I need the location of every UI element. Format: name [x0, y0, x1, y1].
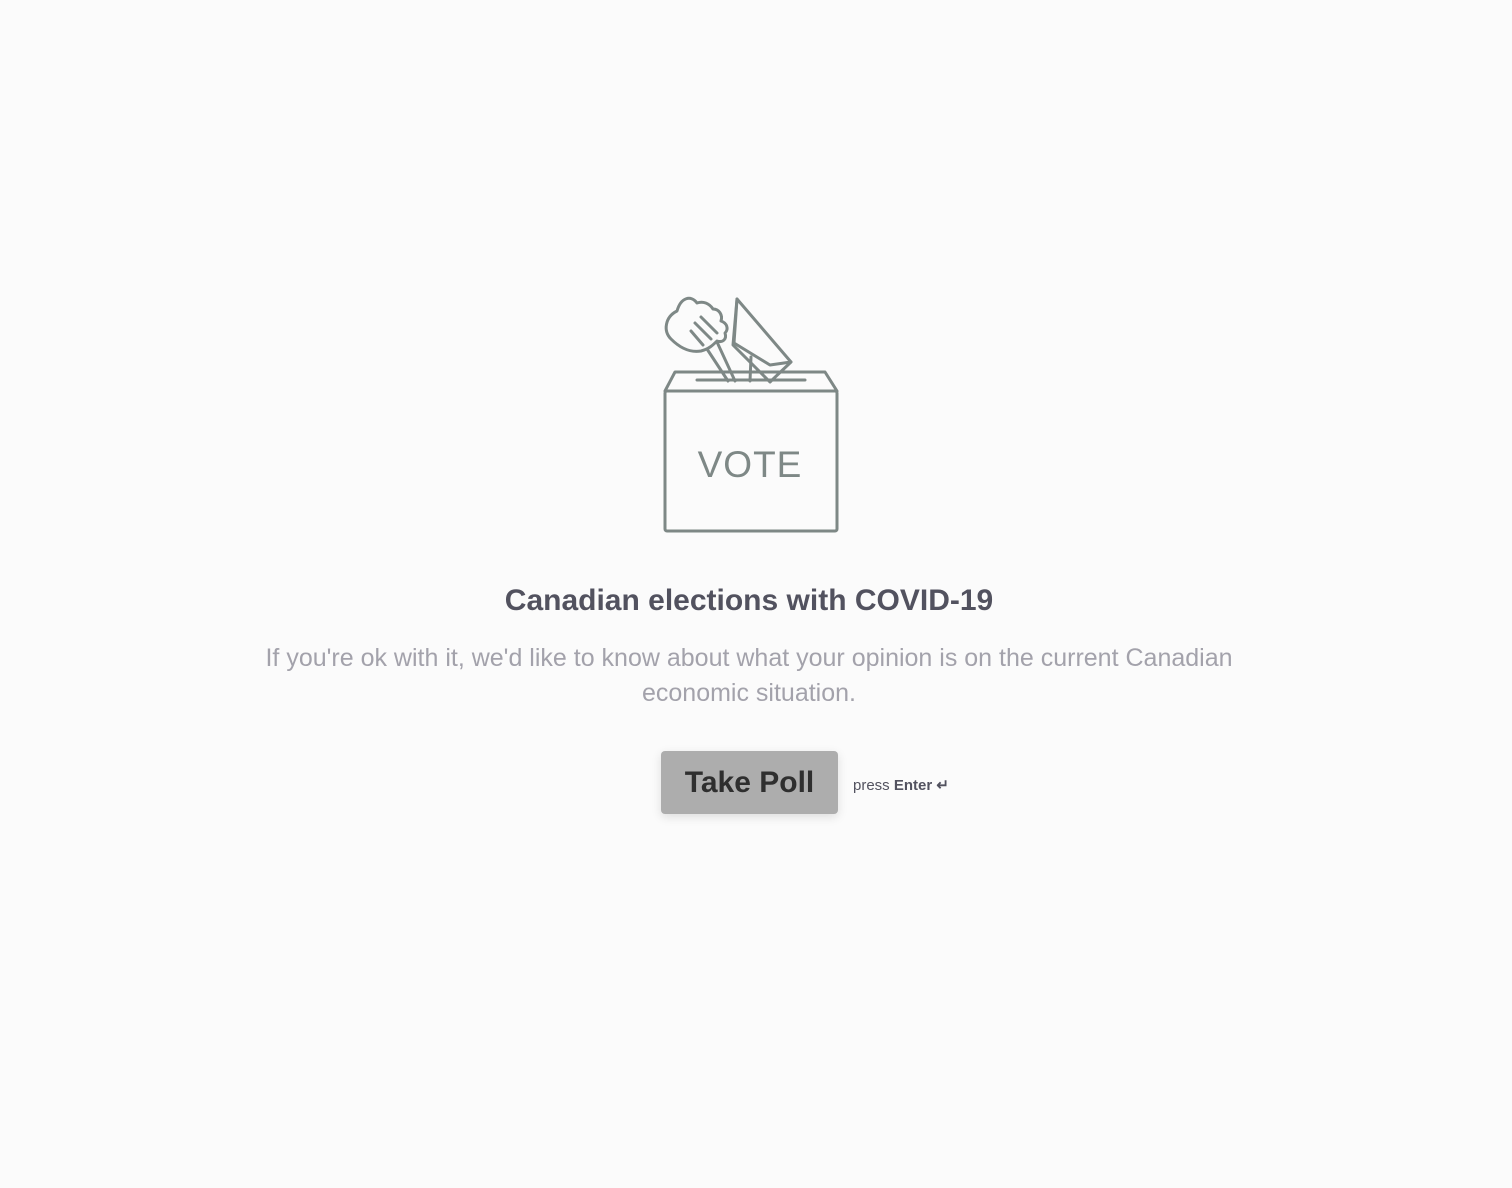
enter-key-hint: press Enter ↵ [853, 776, 949, 794]
press-text: press [853, 776, 890, 794]
start-actions: Take Poll press Enter ↵ [661, 751, 949, 814]
enter-key-label: Enter ↵ [893, 776, 949, 794]
ballot-box-label: VOTE [698, 444, 803, 485]
page-description: If you're ok with it, we'd like to know … [265, 644, 1233, 707]
page-title: Canadian elections with COVID-19 [504, 584, 994, 617]
take-poll-button[interactable]: Take Poll [661, 751, 838, 814]
welcome-screen: VOTE Canadian elections with COVID-19 If… [0, 0, 1512, 1188]
ballot-box-vote-icon: VOTE [655, 287, 845, 537]
